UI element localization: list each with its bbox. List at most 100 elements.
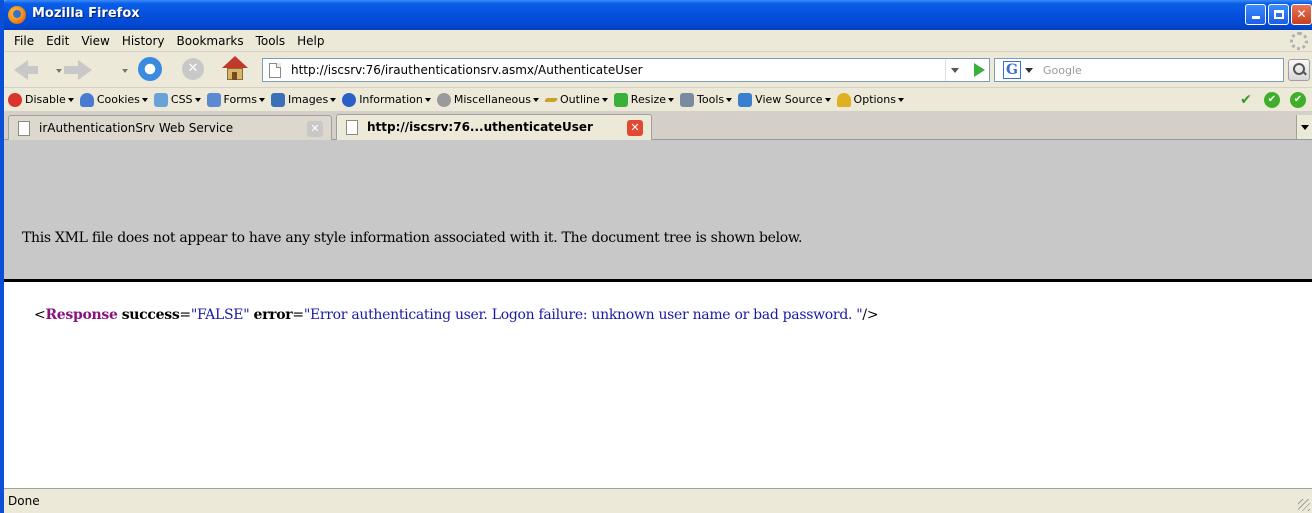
tab-list-button[interactable] xyxy=(1296,115,1312,139)
checkmark-icon[interactable]: ✔ xyxy=(1238,92,1254,108)
dev-outline-menu[interactable]: Outline xyxy=(543,93,608,106)
home-icon-door xyxy=(232,72,237,80)
resize-icon xyxy=(613,92,628,107)
dev-options-label: Options xyxy=(853,93,896,106)
stop-button[interactable]: ✕ xyxy=(182,58,204,80)
xml-attr-success-name: success xyxy=(121,307,180,323)
dev-disable-menu[interactable]: Disable xyxy=(8,92,74,107)
dev-disable-label: Disable xyxy=(25,93,66,106)
xml-attr-success-value: "FALSE" xyxy=(190,307,250,323)
home-button[interactable] xyxy=(222,56,248,82)
html-valid-icon[interactable]: ✔ xyxy=(1290,92,1306,108)
dropdown-arrow-icon xyxy=(726,97,733,102)
forms-icon xyxy=(206,92,221,107)
dev-information-menu[interactable]: Information xyxy=(342,92,431,107)
search-bar[interactable]: G Google xyxy=(994,58,1284,82)
dev-images-label: Images xyxy=(288,93,329,106)
dev-resize-menu[interactable]: Resize xyxy=(613,92,675,107)
dev-css-menu[interactable]: CSS xyxy=(153,92,201,107)
window-title: Mozilla Firefox xyxy=(32,6,140,21)
navigation-toolbar: ✕ http://iscsrv:76/irauthenticationsrv.a… xyxy=(4,52,1312,88)
dev-css-label: CSS xyxy=(170,93,193,106)
dropdown-arrow-icon xyxy=(141,97,148,102)
back-history-dropdown-icon[interactable] xyxy=(56,69,62,73)
dev-resize-label: Resize xyxy=(630,93,667,106)
xml-attr-error-name: error xyxy=(253,307,293,323)
back-button[interactable] xyxy=(14,60,38,80)
xml-self-close: /> xyxy=(862,307,879,323)
images-icon xyxy=(271,92,285,107)
minimize-icon xyxy=(1251,16,1260,19)
css-icon xyxy=(153,92,168,107)
menu-edit[interactable]: Edit xyxy=(40,34,75,48)
xml-response-element: <Response success="FALSE" error="Error a… xyxy=(34,307,879,323)
page-content: This XML file does not appear to have an… xyxy=(4,140,1312,488)
close-tab-icon[interactable]: ✕ xyxy=(627,120,643,136)
outline-icon xyxy=(543,97,559,102)
xml-info-header: This XML file does not appear to have an… xyxy=(4,140,1312,282)
validation-status: ✔ ✔ ✔ xyxy=(1238,92,1306,108)
dev-forms-menu[interactable]: Forms xyxy=(206,92,265,107)
tab-bar: irAuthenticationSrv Web Service ✕ http:/… xyxy=(4,112,1312,140)
url-bar[interactable]: http://iscsrv:76/irauthenticationsrv.asm… xyxy=(262,58,990,82)
css-valid-icon[interactable]: ✔ xyxy=(1264,92,1280,108)
dropdown-arrow-icon xyxy=(67,97,74,102)
dev-images-menu[interactable]: Images xyxy=(271,92,337,107)
menu-help[interactable]: Help xyxy=(291,34,330,48)
dev-tools-menu[interactable]: Tools xyxy=(680,92,733,107)
dev-miscellaneous-label: Miscellaneous xyxy=(453,93,531,106)
close-icon: ✕ xyxy=(1296,7,1307,21)
search-engine-dropdown-icon[interactable] xyxy=(1025,68,1033,73)
menu-view[interactable]: View xyxy=(75,34,115,48)
window-controls: ✕ xyxy=(1245,4,1312,26)
tab-label: irAuthenticationSrv Web Service xyxy=(39,121,234,135)
minimize-button[interactable] xyxy=(1245,4,1266,25)
miscellaneous-icon xyxy=(436,92,451,107)
xml-equals: = xyxy=(179,307,191,323)
menu-history[interactable]: History xyxy=(116,34,171,48)
page-icon xyxy=(346,120,358,135)
dropdown-arrow-icon xyxy=(194,97,201,102)
web-developer-toolbar: Disable Cookies CSS Forms Images Informa… xyxy=(4,88,1312,112)
browser-window: Mozilla Firefox ✕ File Edit View History… xyxy=(0,0,1312,513)
page-icon xyxy=(18,121,30,136)
forward-history-dropdown-icon[interactable] xyxy=(122,69,128,73)
page-icon xyxy=(269,63,281,78)
dropdown-arrow-icon xyxy=(259,97,265,102)
maximize-button[interactable] xyxy=(1268,4,1289,25)
menu-bar: File Edit View History Bookmarks Tools H… xyxy=(4,30,1312,52)
throbber-icon xyxy=(1290,32,1308,50)
tools-icon xyxy=(680,92,695,107)
firefox-logo-icon xyxy=(8,6,26,24)
dev-cookies-menu[interactable]: Cookies xyxy=(79,92,148,107)
forward-button[interactable] xyxy=(64,60,92,80)
xml-tag-name: Response xyxy=(45,307,118,323)
reload-button[interactable] xyxy=(138,57,162,81)
tab-authenticate-user[interactable]: http://iscsrv:76...uthenticateUser ✕ xyxy=(336,114,652,140)
resize-grip-icon[interactable] xyxy=(1298,499,1310,511)
close-button[interactable]: ✕ xyxy=(1291,4,1312,25)
dropdown-arrow-icon xyxy=(601,97,608,102)
menu-tools[interactable]: Tools xyxy=(250,34,292,48)
menu-bookmarks[interactable]: Bookmarks xyxy=(171,34,250,48)
cookies-icon xyxy=(79,92,94,107)
dropdown-arrow-icon xyxy=(898,97,904,102)
search-input[interactable]: Google xyxy=(1043,64,1082,77)
dropdown-arrow-icon xyxy=(824,97,831,102)
dev-forms-label: Forms xyxy=(223,93,257,106)
tab-irauthenticationsrv[interactable]: irAuthenticationSrv Web Service ✕ xyxy=(8,115,332,140)
dev-options-menu[interactable]: Options xyxy=(836,92,904,107)
url-text[interactable]: http://iscsrv:76/irauthenticationsrv.asm… xyxy=(291,63,643,77)
dev-tools-label: Tools xyxy=(697,93,725,106)
go-button[interactable] xyxy=(974,63,985,77)
menu-file[interactable]: File xyxy=(8,34,40,48)
close-tab-icon[interactable]: ✕ xyxy=(307,121,323,137)
dev-miscellaneous-menu[interactable]: Miscellaneous xyxy=(436,92,539,107)
google-engine-icon[interactable]: G xyxy=(1003,61,1021,79)
url-history-dropdown-button[interactable] xyxy=(945,59,963,81)
status-text: Done xyxy=(8,494,40,508)
search-button[interactable] xyxy=(1288,59,1310,81)
options-icon xyxy=(836,92,851,107)
tab-label: http://iscsrv:76...uthenticateUser xyxy=(367,120,593,134)
dev-view-source-menu[interactable]: View Source xyxy=(738,92,831,107)
